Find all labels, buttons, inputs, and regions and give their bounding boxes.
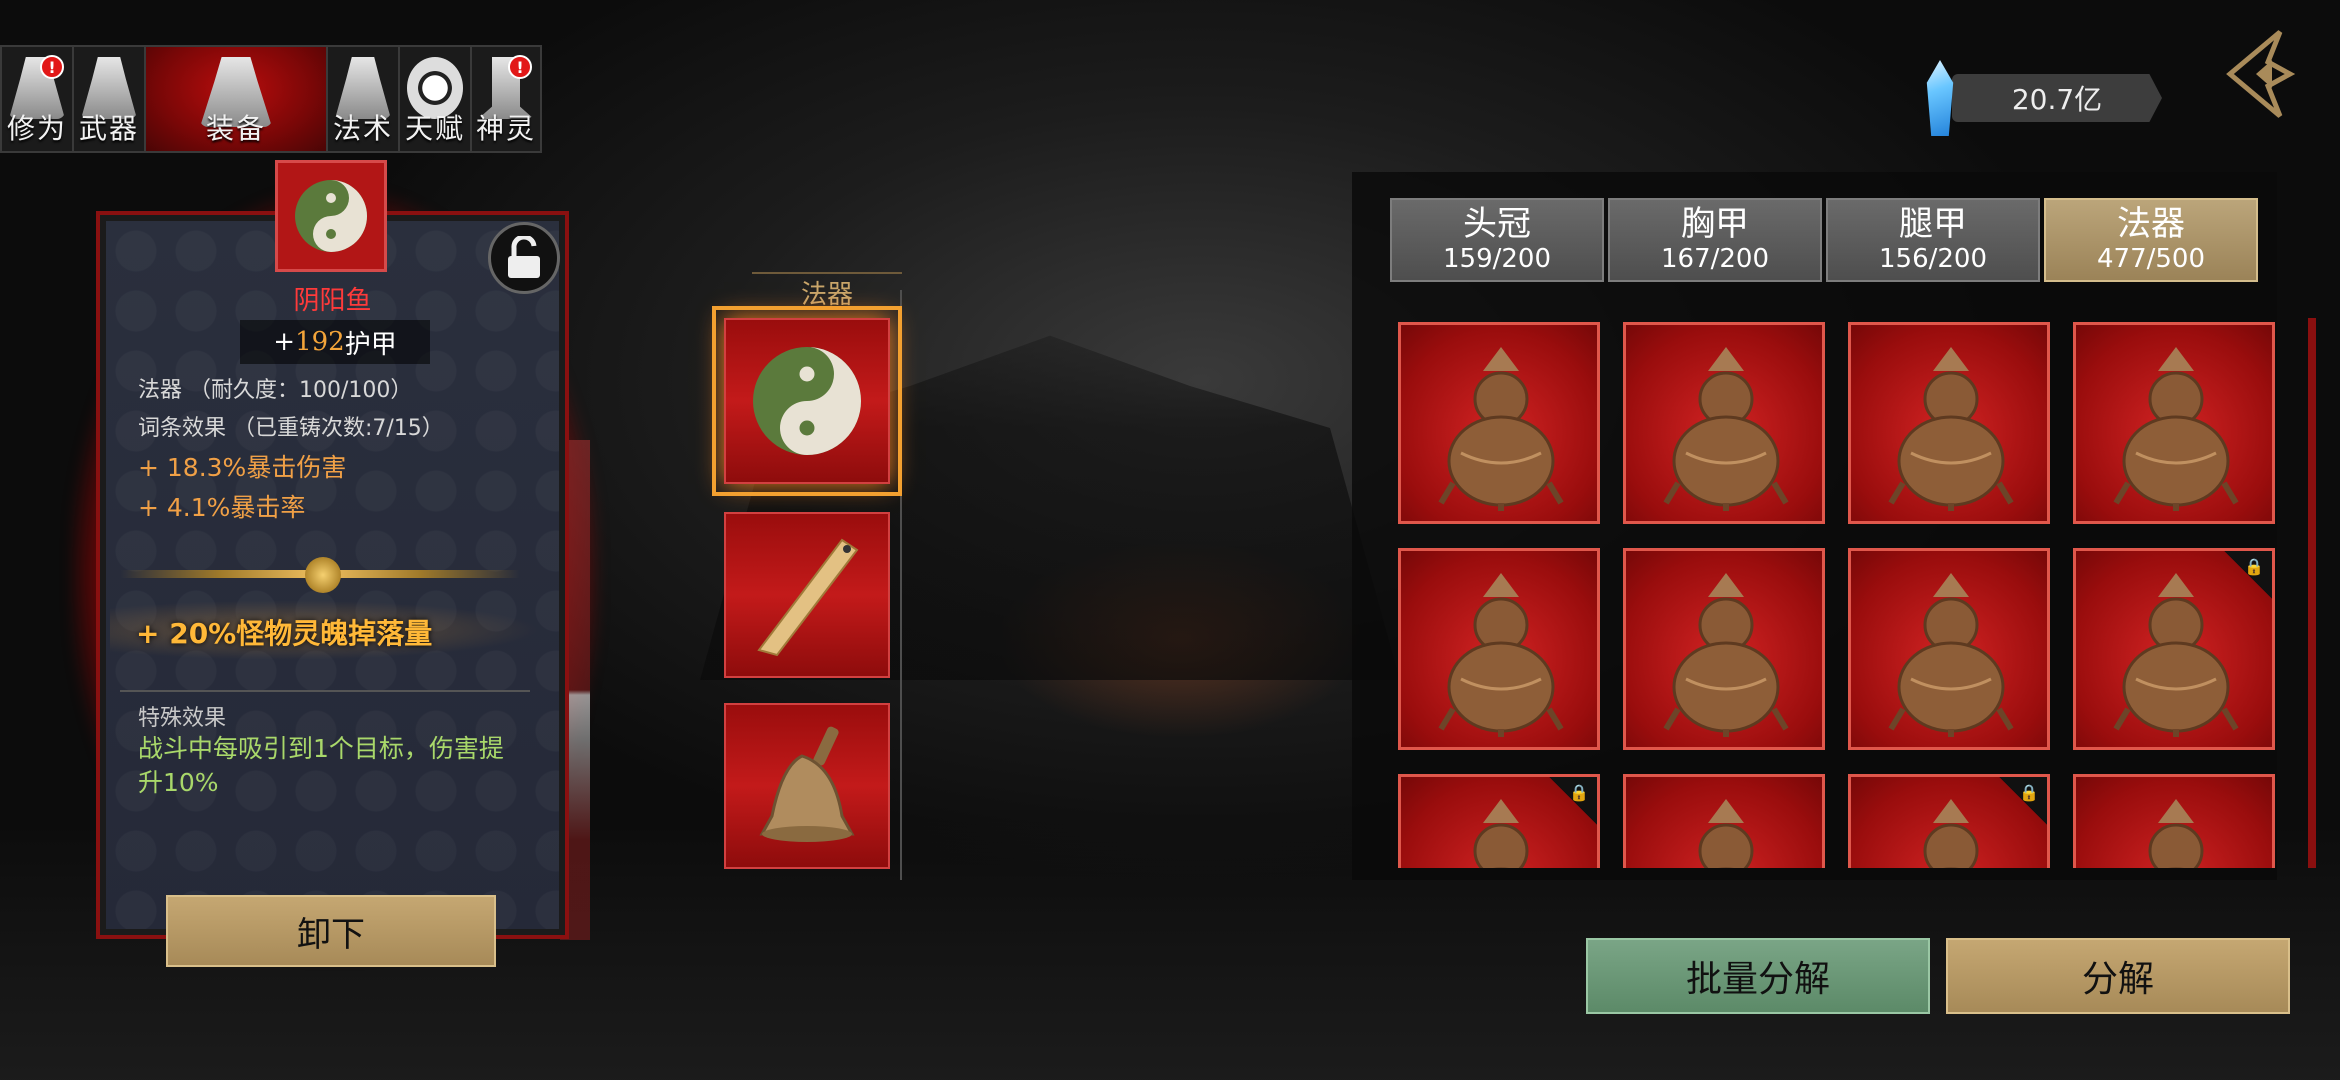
slot-column-rail: [888, 290, 902, 880]
inventory-item[interactable]: 🔒: [1398, 774, 1600, 868]
item-name: 阴阳鱼: [293, 286, 372, 316]
tab-talent[interactable]: 天赋: [398, 45, 470, 153]
locked-badge: 🔒: [2224, 551, 2272, 599]
tab-label: 腿甲: [1899, 204, 1967, 244]
equip-slot-selected[interactable]: [712, 306, 902, 496]
tab-label: 修为: [6, 112, 67, 145]
slot-column-header: 法器: [752, 272, 902, 310]
armor-value: 192: [295, 327, 345, 357]
currency-amount: 20.7亿: [1952, 74, 2162, 122]
tab-spirit[interactable]: ! 神灵: [470, 45, 542, 153]
bronze-gourd-icon: [1698, 799, 1754, 868]
tab-helmet[interactable]: 头冠 159/200: [1390, 198, 1604, 282]
special-effect-title: 特殊效果: [138, 706, 227, 731]
tab-label: 神灵: [475, 112, 536, 145]
inventory-item[interactable]: [1848, 322, 2050, 524]
unequip-button[interactable]: 卸下: [166, 895, 496, 967]
tab-weapon[interactable]: 武器: [72, 45, 144, 153]
tab-count: 167/200: [1660, 244, 1769, 274]
special-effect-text: 战斗中每吸引到1个目标，伤害提升10%: [138, 734, 504, 797]
equip-slot[interactable]: [724, 703, 890, 869]
tab-label: 法术: [332, 112, 393, 145]
tab-cultivation[interactable]: ! 修为: [0, 45, 72, 153]
yin-yang-fish-icon: [753, 347, 861, 455]
special-divider: [120, 690, 530, 692]
inventory-item[interactable]: [2073, 322, 2275, 524]
inventory-item[interactable]: [1623, 774, 1825, 868]
bronze-gourd-icon: [2148, 799, 2204, 868]
inventory-item[interactable]: [1623, 322, 1825, 524]
tab-label: 法器: [2117, 204, 2185, 244]
armor-stat: +192 护甲: [240, 320, 430, 364]
inventory-item[interactable]: [1623, 548, 1825, 750]
tab-label: 天赋: [404, 112, 465, 145]
inventory-item[interactable]: 🔒: [2073, 548, 2275, 750]
unlock-icon: [508, 236, 540, 278]
scrollbar[interactable]: [2308, 318, 2316, 868]
bronze-gourd-icon: [2113, 347, 2239, 511]
inventory-item[interactable]: [2073, 774, 2275, 868]
bronze-gourd-icon: [1888, 573, 2014, 737]
bonus-effect: + 20%怪物灵魄掉落量: [136, 617, 433, 650]
locked-badge: 🔒: [1999, 777, 2047, 825]
coin-ornament-icon: [305, 557, 341, 593]
top-tab-bar: ! 修为 武器 装备 法术 天赋 ! 神灵: [0, 45, 542, 153]
inventory-item[interactable]: [1848, 548, 2050, 750]
tab-chest[interactable]: 胸甲 167/200: [1608, 198, 1822, 282]
lock-icon: 🔒: [1569, 783, 1589, 802]
yin-yang-fish-icon: [295, 180, 367, 252]
bronze-gourd-icon: [1663, 347, 1789, 511]
tab-label: 头冠: [1463, 204, 1531, 244]
inventory-item[interactable]: [1398, 548, 1600, 750]
bronze-gourd-icon: [1888, 347, 2014, 511]
tab-label: 武器: [78, 112, 139, 145]
tab-legs[interactable]: 腿甲 156/200: [1826, 198, 2040, 282]
bronze-gourd-icon: [1663, 573, 1789, 737]
durability-text: 法器 （耐久度：100/100）: [138, 378, 413, 403]
tab-count: 159/200: [1442, 244, 1551, 274]
affix-crit-rate: + 4.1%暴击率: [138, 493, 306, 522]
locked-badge: 🔒: [1549, 777, 1597, 825]
inventory-item[interactable]: [1398, 322, 1600, 524]
tab-label: 装备: [205, 112, 266, 145]
bronze-gourd-icon: [1438, 347, 1564, 511]
back-arrow-icon[interactable]: [2210, 26, 2296, 122]
affix-title: 词条效果 （已重铸次数:7/15）: [138, 416, 444, 441]
item-icon-slot: [275, 160, 387, 272]
armor-prefix: +: [273, 327, 296, 357]
wooden-ruler-icon: [757, 538, 859, 657]
currency-display: 20.7亿: [1918, 60, 2162, 136]
tab-count: 477/500: [2096, 244, 2205, 274]
equip-slot[interactable]: [724, 512, 890, 678]
tab-count: 156/200: [1878, 244, 1987, 274]
bronze-gourd-icon: [1438, 573, 1564, 737]
tab-equipment[interactable]: 装备: [144, 45, 326, 153]
tab-label: 胸甲: [1681, 204, 1749, 244]
tab-artifact[interactable]: 法器 477/500: [2044, 198, 2258, 282]
lock-icon: 🔒: [2244, 557, 2264, 576]
inventory-item[interactable]: 🔒: [1848, 774, 2050, 868]
decompose-button[interactable]: 分解: [1946, 938, 2290, 1014]
alert-badge: !: [508, 55, 532, 79]
batch-decompose-button[interactable]: 批量分解: [1586, 938, 1930, 1014]
armor-label: 护甲: [344, 329, 397, 360]
tab-spells[interactable]: 法术: [326, 45, 398, 153]
inventory-grid: 🔒 🔒 🔒: [1398, 322, 2278, 868]
bronze-bell-icon: [759, 726, 855, 842]
alert-badge: !: [40, 55, 64, 79]
lock-icon: 🔒: [2019, 783, 2039, 802]
affix-crit-damage: + 18.3%暴击伤害: [138, 453, 347, 482]
